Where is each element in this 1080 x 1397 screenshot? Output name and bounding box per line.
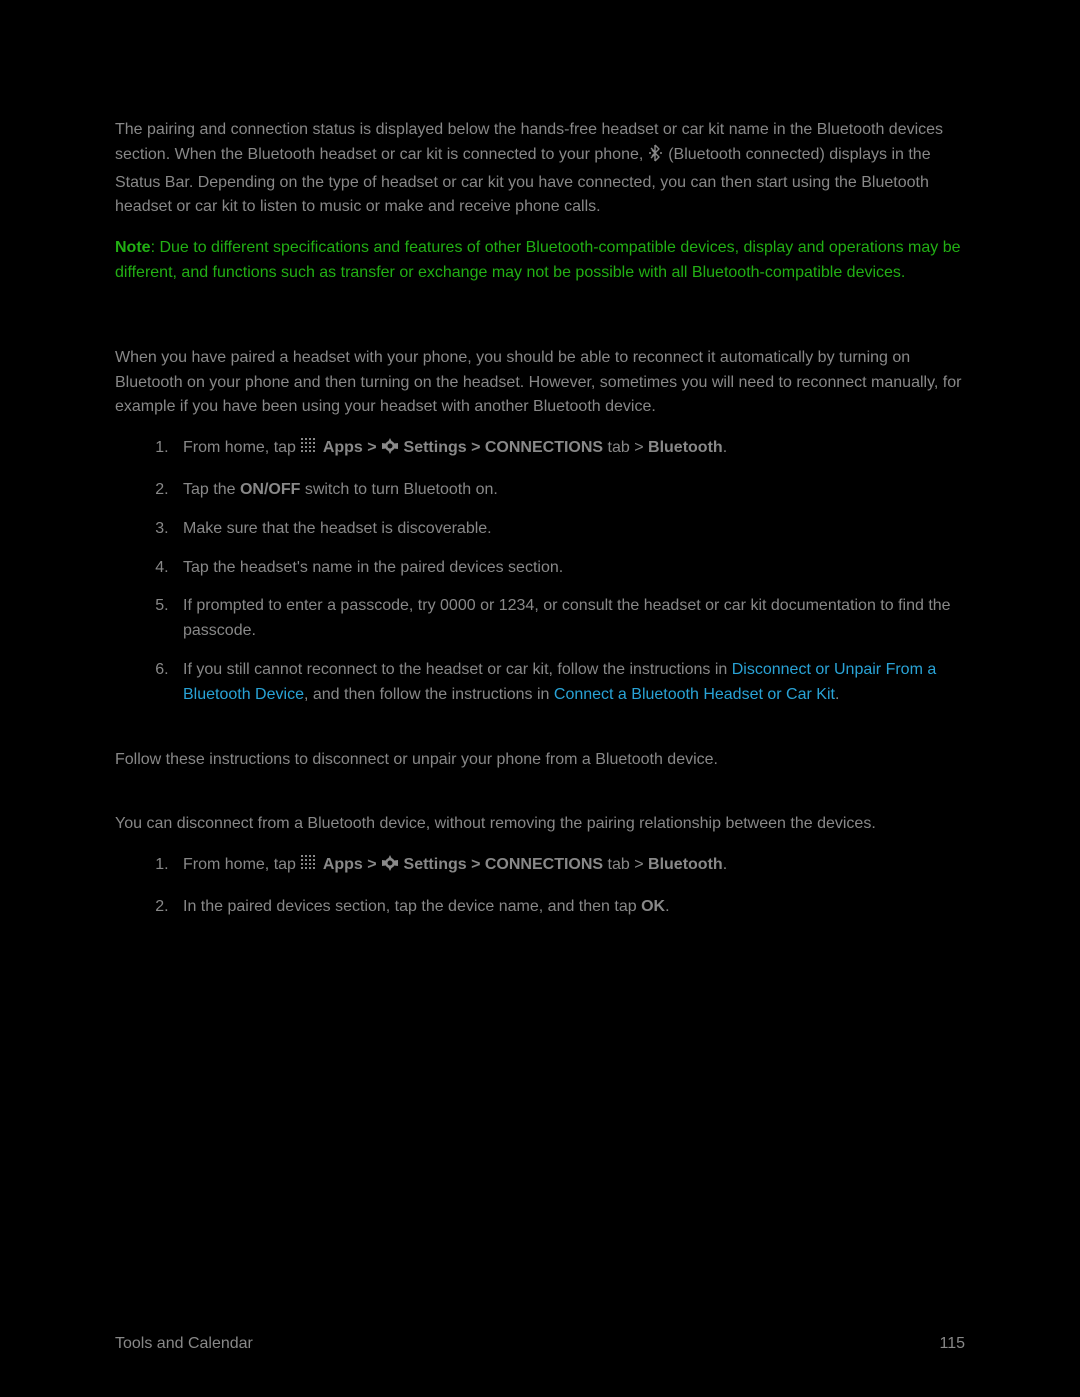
- list-item: From home, tap Apps > Settings > CONNECT…: [173, 853, 965, 881]
- bluetooth-connected-icon: [648, 144, 664, 171]
- text: >: [363, 439, 381, 456]
- text: Tap the: [183, 481, 240, 498]
- paragraph-disconnect-intro: Follow these instructions to disconnect …: [115, 748, 965, 773]
- page-number: 115: [939, 1332, 965, 1357]
- text: .: [723, 856, 727, 873]
- text: >: [467, 439, 485, 456]
- note-label: Note: [115, 239, 151, 256]
- text: From home, tap: [183, 856, 300, 873]
- text: From home, tap: [183, 439, 300, 456]
- text: In the paired devices section, tap the d…: [183, 898, 641, 915]
- gear-icon: [381, 854, 399, 881]
- list-item: Tap the ON/OFF switch to turn Bluetooth …: [173, 478, 965, 503]
- connections-tab-label: CONNECTIONS: [485, 856, 603, 873]
- text: switch to turn Bluetooth on.: [300, 481, 497, 498]
- settings-label: Settings: [404, 856, 467, 873]
- onoff-label: ON/OFF: [240, 481, 300, 498]
- link-connect-headset[interactable]: Connect a Bluetooth Headset or Car Kit: [554, 686, 835, 703]
- document-page: The pairing and connection status is dis…: [0, 0, 1080, 1397]
- list-item: Tap the headset's name in the paired dev…: [173, 556, 965, 581]
- apps-grid-icon: [300, 437, 318, 464]
- list-item: If you still cannot reconnect to the hea…: [173, 658, 965, 708]
- text: If you still cannot reconnect to the hea…: [183, 661, 732, 678]
- bluetooth-label: Bluetooth: [648, 439, 723, 456]
- text: , and then follow the instructions in: [304, 686, 554, 703]
- text: tab >: [603, 439, 648, 456]
- text: >: [363, 856, 381, 873]
- list-item: Make sure that the headset is discoverab…: [173, 517, 965, 542]
- paragraph-pairing-status: The pairing and connection status is dis…: [115, 118, 965, 220]
- paragraph-disconnect-sub: You can disconnect from a Bluetooth devi…: [115, 812, 965, 837]
- text: .: [835, 686, 839, 703]
- bluetooth-label: Bluetooth: [648, 856, 723, 873]
- note-body: : Due to different specifications and fe…: [115, 239, 961, 281]
- text: tab >: [603, 856, 648, 873]
- apps-label: Apps: [323, 856, 363, 873]
- disconnect-steps-list: From home, tap Apps > Settings > CONNECT…: [115, 853, 965, 920]
- ok-label: OK: [641, 898, 665, 915]
- connections-tab-label: CONNECTIONS: [485, 439, 603, 456]
- apps-grid-icon: [300, 854, 318, 881]
- apps-label: Apps: [323, 439, 363, 456]
- page-footer: Tools and Calendar 115: [115, 1332, 965, 1357]
- list-item: From home, tap Apps > Settings > CONNECT…: [173, 436, 965, 464]
- gear-icon: [381, 437, 399, 464]
- text: .: [723, 439, 727, 456]
- list-item: If prompted to enter a passcode, try 000…: [173, 594, 965, 644]
- note-paragraph: Note: Due to different specifications an…: [115, 236, 965, 286]
- text: .: [665, 898, 669, 915]
- reconnect-steps-list: From home, tap Apps > Settings > CONNECT…: [115, 436, 965, 707]
- paragraph-reconnect-intro: When you have paired a headset with your…: [115, 346, 965, 420]
- list-item: In the paired devices section, tap the d…: [173, 895, 965, 920]
- settings-label: Settings: [404, 439, 467, 456]
- footer-section-title: Tools and Calendar: [115, 1332, 253, 1357]
- text: >: [467, 856, 485, 873]
